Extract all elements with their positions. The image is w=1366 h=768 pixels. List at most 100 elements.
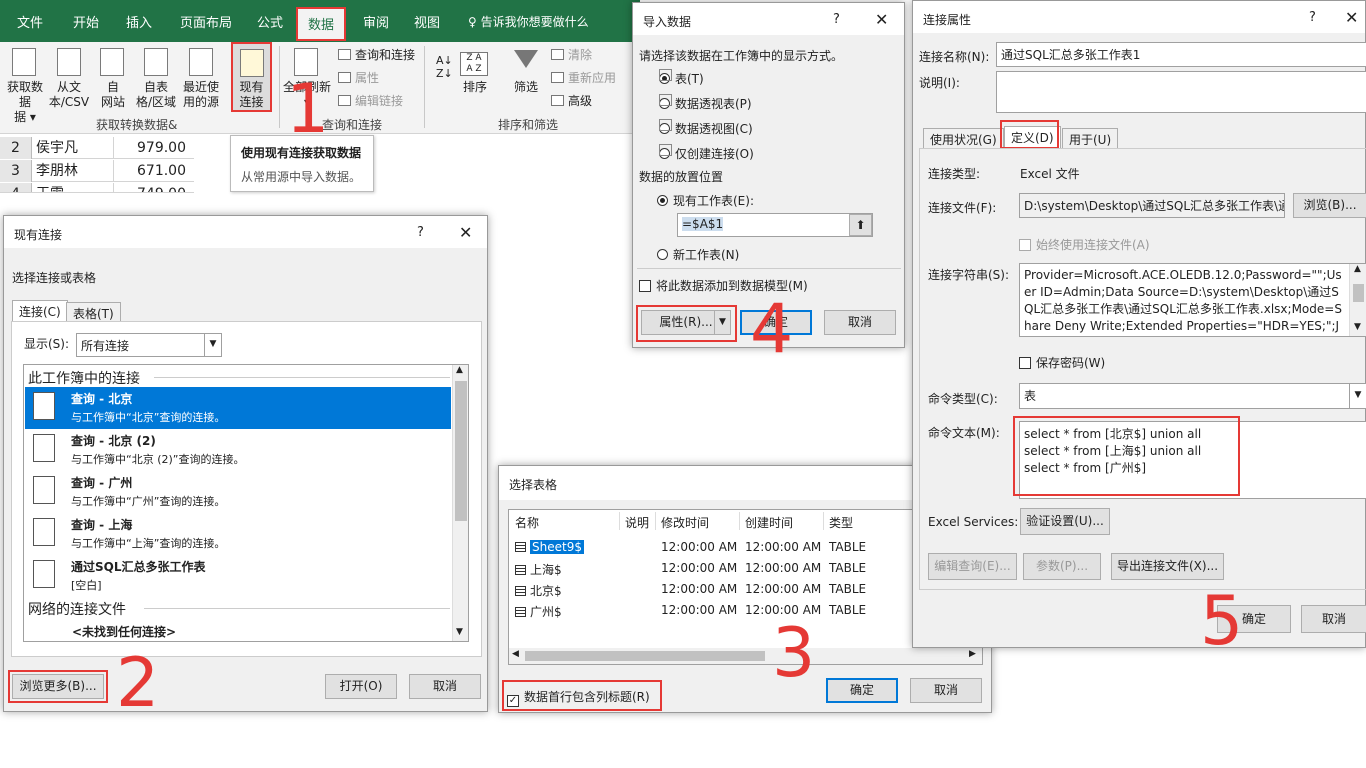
from-text-button[interactable]: 从文 本/CSV	[46, 80, 92, 110]
tell-me-text: 告诉我你想要做什么	[480, 15, 589, 29]
ok-button[interactable]: 确定	[826, 678, 898, 703]
tab-page-layout[interactable]: 页面布局	[180, 12, 232, 31]
queries-connections-button[interactable]: 查询和连接	[338, 46, 415, 63]
cancel-button[interactable]: 取消	[824, 310, 896, 335]
dialog-title-bar: 导入数据 ? ✕	[633, 3, 904, 35]
command-type-select[interactable]: 表 ▼	[1019, 383, 1366, 409]
column-header[interactable]: 修改时间	[661, 514, 709, 531]
existing-connections-button[interactable]: 现有 连接	[231, 42, 272, 112]
table-name: Sheet9$	[530, 540, 584, 554]
chevron-up-icon[interactable]: ▲	[1354, 264, 1361, 274]
advanced-button[interactable]: 高级	[551, 92, 592, 109]
radio-existing-worksheet[interactable]: 现有工作表(E):	[657, 192, 754, 209]
open-button[interactable]: 打开(O)	[325, 674, 397, 699]
cancel-button[interactable]: 取消	[1301, 605, 1366, 633]
cell-value[interactable]: 671.00	[137, 160, 186, 182]
parameters-button[interactable]: 参数(P)...	[1023, 553, 1101, 580]
from-web-button[interactable]: 自网站	[94, 80, 132, 110]
tab-data[interactable]: 数据	[296, 7, 347, 41]
close-icon[interactable]: ✕	[1345, 8, 1358, 27]
tab-tables[interactable]: 表格(T)	[66, 302, 121, 322]
help-icon[interactable]: ?	[833, 12, 840, 27]
cell-name[interactable]: 侯宇凡	[36, 137, 78, 159]
clear-button[interactable]: 清除	[551, 46, 592, 63]
range-select-icon[interactable]: ⬆	[849, 214, 872, 236]
filter-button[interactable]: 筛选	[506, 80, 546, 95]
cell-reference-input[interactable]: =$A$1	[677, 213, 873, 237]
help-icon[interactable]: ?	[1309, 10, 1316, 25]
tab-formulas[interactable]: 公式	[257, 12, 283, 31]
edit-links-button[interactable]: 编辑链接	[338, 92, 403, 109]
export-connection-button[interactable]: 导出连接文件(X)...	[1111, 553, 1224, 580]
cancel-button[interactable]: 取消	[910, 678, 982, 703]
radio-pivot-chart[interactable]: 数据透视图(C)	[659, 120, 753, 137]
cell-value[interactable]: 979.00	[137, 137, 186, 159]
column-header[interactable]: 创建时间	[745, 514, 793, 531]
radio-label: 表(T)	[675, 72, 704, 86]
list-item[interactable]: 查询 - 北京 (2) 与工作簿中“北京 (2)”查询的连接。	[25, 429, 451, 471]
get-data-button[interactable]: 获取数据据 ▾	[2, 80, 48, 125]
always-use-checkbox[interactable]: 始终使用连接文件(A)	[1019, 236, 1150, 253]
chevron-down-icon[interactable]: ▼	[1354, 322, 1361, 332]
scroll-thumb[interactable]	[525, 651, 765, 661]
chevron-left-icon[interactable]: ◀	[512, 649, 519, 659]
tab-view[interactable]: 视图	[414, 12, 440, 31]
list-item[interactable]: 查询 - 广州 与工作簿中“广州”查询的连接。	[25, 471, 451, 513]
tab-file[interactable]: 文件	[17, 12, 43, 31]
tab-used-in[interactable]: 用于(U)	[1062, 128, 1119, 148]
cancel-button[interactable]: 取消	[409, 674, 481, 699]
table-row[interactable]: 2 侯宇凡 979.00	[0, 137, 194, 159]
scrollbar[interactable]: ▲ ▼	[452, 365, 468, 641]
close-icon[interactable]: ✕	[875, 10, 888, 29]
existing-label2: 连接	[239, 95, 264, 109]
reapply-button[interactable]: 重新应用	[551, 69, 616, 86]
help-icon[interactable]: ?	[417, 225, 424, 240]
save-password-checkbox[interactable]: 保存密码(W)	[1019, 354, 1105, 371]
list-item[interactable]: 通过SQL汇总多张工作表 [空白]	[25, 555, 451, 597]
cell-name[interactable]: 李朋林	[36, 160, 78, 182]
tab-usage[interactable]: 使用状况(G)	[923, 128, 1004, 148]
radio-connection-only[interactable]: 仅创建连接(O)	[659, 145, 754, 162]
connection-properties-dialog: 连接属性 ? ✕ 连接名称(N): 通过SQL汇总多张工作表1 说明(I): 使…	[912, 0, 1366, 648]
radio-new-worksheet[interactable]: 新工作表(N)	[657, 246, 739, 263]
tab-connections[interactable]: 连接(C)	[12, 300, 68, 322]
column-header[interactable]: 类型	[829, 514, 853, 531]
horizontal-scrollbar[interactable]: ◀ ▶	[509, 648, 982, 664]
chevron-down-icon[interactable]: ▼	[456, 627, 463, 637]
sort-button[interactable]: 排序	[456, 80, 494, 95]
tab-insert[interactable]: 插入	[126, 12, 152, 31]
show-select[interactable]: 所有连接 ▼	[76, 333, 222, 357]
tab-review[interactable]: 审阅	[363, 12, 389, 31]
tab-home[interactable]: 开始	[73, 12, 99, 31]
connection-string-input[interactable]: Provider=Microsoft.ACE.OLEDB.12.0;Passwo…	[1019, 263, 1366, 337]
scroll-thumb[interactable]	[455, 381, 467, 521]
radio-pivot-table[interactable]: 数据透视表(P)	[659, 95, 752, 112]
properties-button[interactable]: 属性	[338, 69, 379, 86]
column-header[interactable]: 说明	[625, 514, 649, 531]
connection-file-input[interactable]: D:\system\Desktop\通过SQL汇总多张工作表\通	[1019, 193, 1285, 218]
auth-settings-button[interactable]: 验证设置(U)...	[1020, 508, 1110, 535]
edit-query-button[interactable]: 编辑查询(E)...	[928, 553, 1017, 580]
sort-az-icon[interactable]: A↓ Z↓	[436, 54, 453, 80]
connection-list[interactable]: 此工作簿中的连接 查询 - 北京 与工作簿中“北京”查询的连接。 查询 - 北京 …	[23, 364, 469, 642]
chevron-up-icon[interactable]: ▲	[456, 365, 463, 375]
scroll-thumb[interactable]	[1353, 284, 1364, 302]
from-table-button[interactable]: 自表 格/区域	[132, 80, 180, 110]
chevron-right-icon[interactable]: ▶	[969, 649, 976, 659]
browse-button[interactable]: 浏览(B)...	[1293, 193, 1366, 218]
table-row[interactable]: 4 王雷 749.00	[0, 183, 194, 193]
list-item[interactable]: 查询 - 北京 与工作簿中“北京”查询的连接。	[25, 387, 451, 429]
connection-name-input[interactable]: 通过SQL汇总多张工作表1	[996, 42, 1366, 67]
table-row[interactable]: 3 李朋林 671.00	[0, 160, 194, 182]
scrollbar[interactable]: ▲ ▼	[1349, 264, 1366, 336]
cell-name[interactable]: 王雷	[36, 183, 64, 192]
column-header[interactable]: 名称	[515, 514, 539, 531]
close-icon[interactable]: ✕	[459, 223, 472, 242]
table-icon	[515, 542, 526, 552]
list-item[interactable]: 查询 - 上海 与工作簿中“上海”查询的连接。	[25, 513, 451, 555]
recent-sources-button[interactable]: 最近使 用的源	[177, 80, 225, 110]
tell-me-box[interactable]: ♀ 告诉我你想要做什么	[468, 13, 589, 30]
description-input[interactable]	[996, 71, 1366, 113]
group-label-queries: 查询和连接	[322, 118, 383, 132]
cell-value[interactable]: 749.00	[137, 183, 186, 192]
